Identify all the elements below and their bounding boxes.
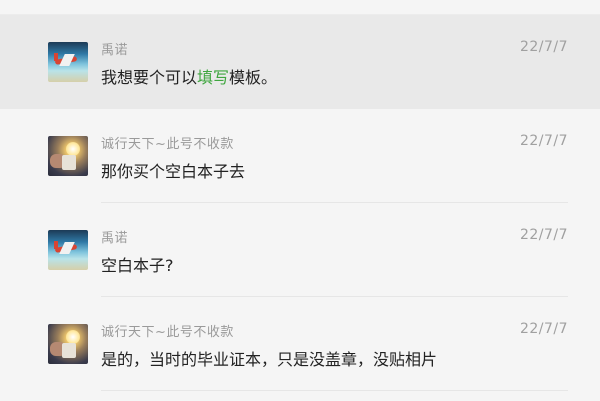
avatar[interactable] <box>48 324 88 364</box>
sender-name[interactable]: 禹诺 <box>101 227 128 246</box>
chat-message[interactable]: 诚行天下~此号不收款 22/7/7 是的，当时的毕业证本，只是没盖章，没贴相片 <box>0 297 600 391</box>
sender-name[interactable]: 诚行天下~此号不收款 <box>101 321 234 340</box>
light-glow <box>66 330 80 344</box>
cup-shape <box>62 343 76 358</box>
message-text: 是的，当时的毕业证本，只是没盖章，没贴相片 <box>101 350 438 369</box>
sender-name[interactable]: 禹诺 <box>101 39 128 58</box>
message-time: 22/7/7 <box>519 321 568 337</box>
light-glow <box>66 142 80 156</box>
message-time: 22/7/7 <box>519 227 568 243</box>
keyword-link[interactable]: 填写 <box>197 68 229 87</box>
divider <box>101 390 568 391</box>
chat-message[interactable]: 禹诺 22/7/7 我想要个可以填写模板。 <box>0 15 600 109</box>
message-text-part: 我想要个可以 <box>101 68 198 87</box>
message-text: 那你买个空白本子去 <box>101 162 246 181</box>
message-text: 空白本子? <box>101 256 174 275</box>
chat-message[interactable]: 诚行天下~此号不收款 22/7/7 那你买个空白本子去 <box>0 109 600 203</box>
sender-name[interactable]: 诚行天下~此号不收款 <box>101 133 234 152</box>
cup-shape <box>62 155 76 170</box>
avatar[interactable] <box>48 136 88 176</box>
avatar[interactable] <box>48 42 88 82</box>
message-text: 我想要个可以填写模板。 <box>101 64 277 88</box>
avatar[interactable] <box>48 230 88 270</box>
message-time: 22/7/7 <box>519 39 568 55</box>
message-time: 22/7/7 <box>519 133 568 149</box>
chat-message[interactable]: 禹诺 22/7/7 空白本子? <box>0 203 600 297</box>
message-text-part: 模板。 <box>229 68 278 87</box>
top-edge <box>0 0 600 15</box>
